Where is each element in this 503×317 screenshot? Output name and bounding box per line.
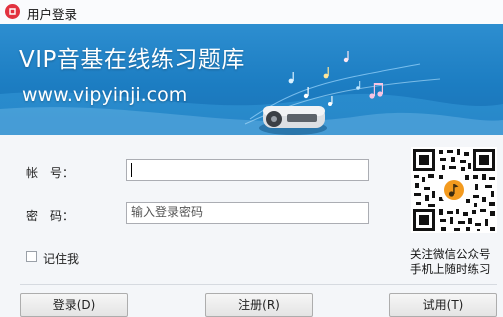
- cd-player-icon: [259, 106, 327, 135]
- remember-me-checkbox[interactable]: [26, 251, 37, 262]
- divider: [20, 284, 497, 285]
- qr-caption: 关注微信公众号 手机上随时练习: [410, 247, 491, 277]
- register-button[interactable]: 注册(R): [205, 293, 313, 317]
- app-logo-icon: [5, 4, 20, 19]
- account-label: 帐 号：: [26, 166, 75, 180]
- title-bar: 用户登录: [0, 0, 503, 25]
- header-banner: VIP音基在线练习题库 www.vipyinji.com: [0, 24, 503, 135]
- qr-code-icon: [413, 149, 495, 231]
- text-caret: [131, 162, 132, 177]
- trial-button[interactable]: 试用(T): [389, 293, 497, 317]
- login-button[interactable]: 登录(D): [20, 293, 128, 317]
- remember-me-label[interactable]: 记住我: [43, 250, 79, 267]
- password-label: 密 码：: [26, 209, 75, 223]
- banner-title: VIP音基在线练习题库: [19, 47, 245, 73]
- password-input[interactable]: 输入登录密码: [126, 202, 369, 224]
- account-input[interactable]: [126, 159, 369, 181]
- window-title: 用户登录: [27, 7, 78, 22]
- wechat-qr-code: [411, 147, 497, 233]
- banner-url: www.vipyinji.com: [22, 84, 188, 106]
- qr-caption-line2: 手机上随时练习: [410, 262, 491, 276]
- qr-caption-line1: 关注微信公众号: [410, 247, 491, 261]
- password-placeholder: 输入登录密码: [131, 205, 204, 219]
